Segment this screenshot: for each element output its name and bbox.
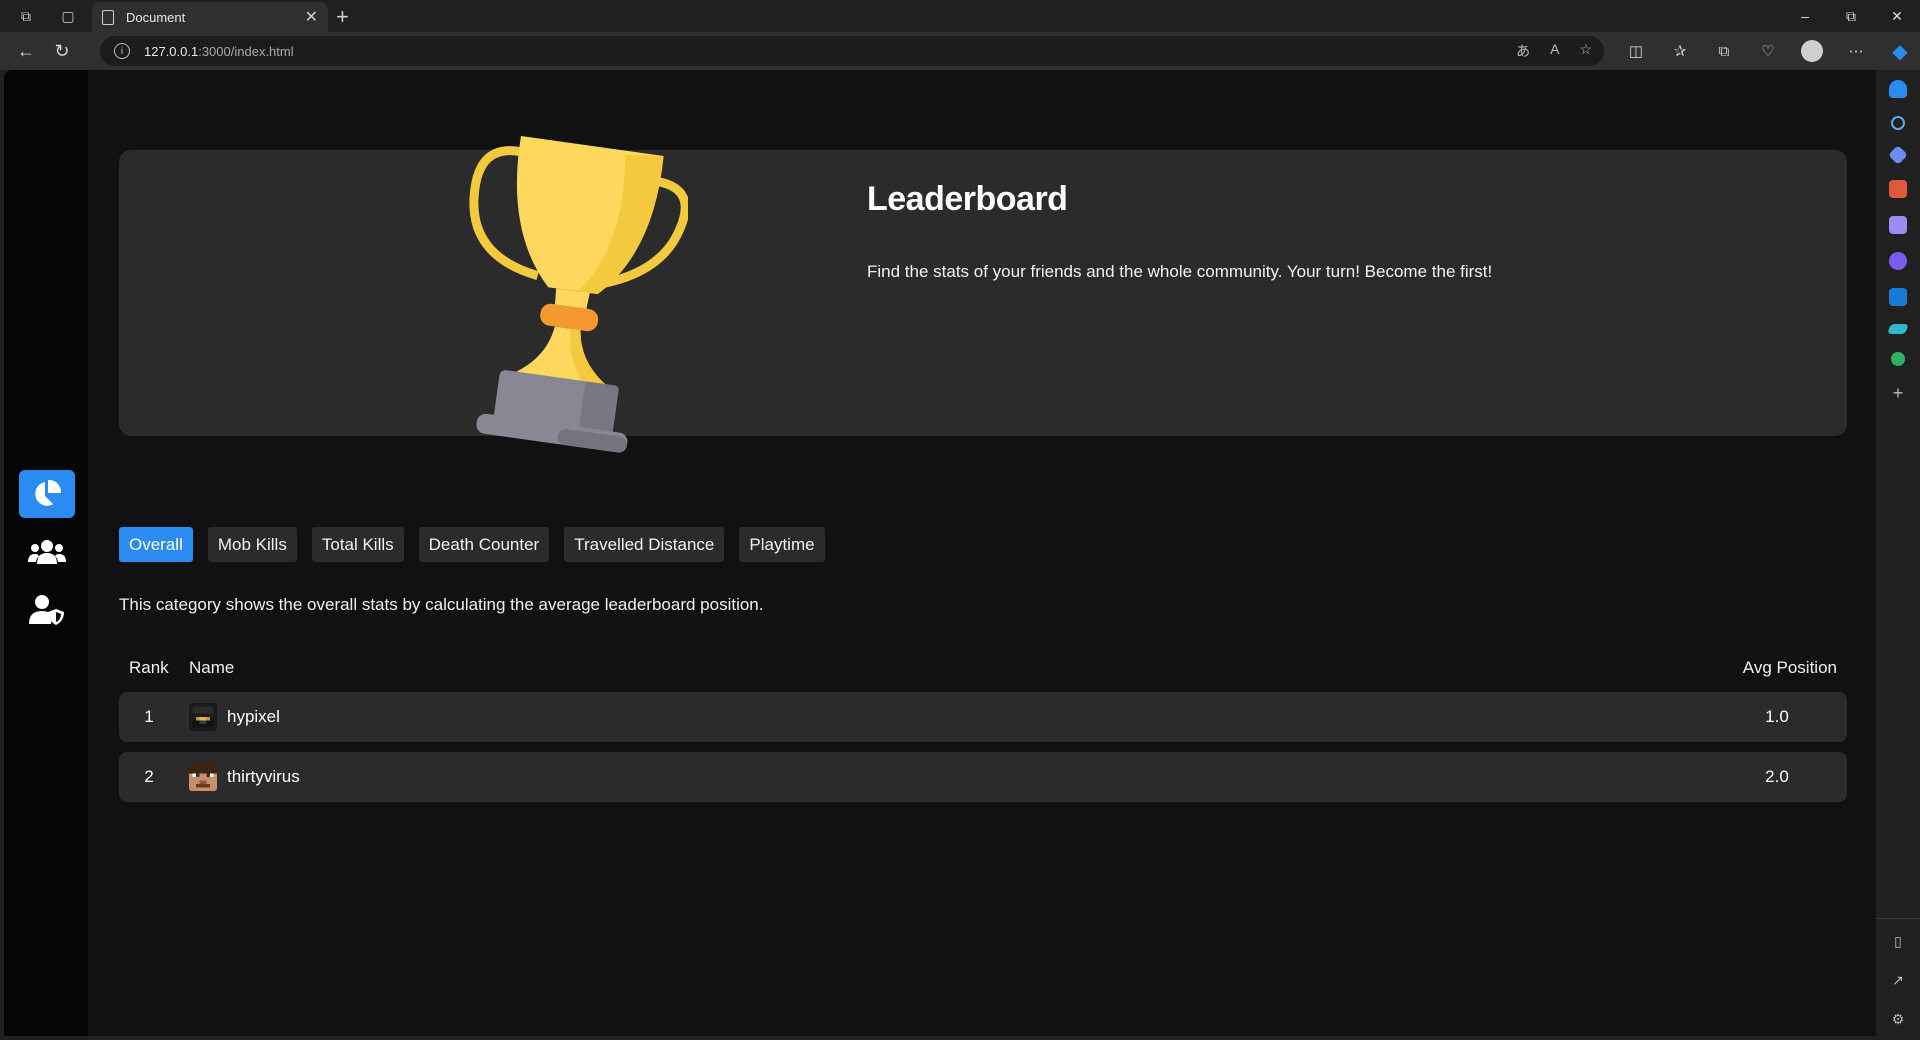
health-icon[interactable]: ♡ [1746, 42, 1790, 60]
tools-icon[interactable] [1889, 180, 1907, 198]
pie-chart-icon [35, 479, 62, 506]
browser-tab[interactable]: Document ✕ [92, 2, 328, 32]
profile-avatar[interactable] [1801, 40, 1823, 62]
row-player-name: thirtyvirus [227, 767, 300, 786]
page-viewport: Leaderboard Find the stats of your frien… [4, 70, 1876, 1036]
edge-sidebar: + [1876, 70, 1920, 1040]
player-avatar [189, 763, 217, 791]
tab-overall[interactable]: Overall [119, 527, 193, 562]
sidebar-panel-icon[interactable]: ▯ [1894, 933, 1902, 950]
users-icon [28, 540, 66, 564]
browser-titlebar: ⧉ ▢ Document ✕ + – ⧉ ✕ [0, 0, 1920, 32]
nav-item-community[interactable] [19, 528, 75, 576]
workspaces-icon[interactable]: ⧉ [8, 0, 44, 32]
minimize-icon[interactable]: – [1782, 0, 1828, 32]
row-avg-position: 1.0 [1765, 707, 1789, 726]
external-link-icon[interactable]: ↗ [1892, 972, 1904, 989]
side-nav [4, 70, 88, 1036]
refresh-icon[interactable]: ↻ [44, 33, 80, 69]
copilot-sidebar-icon[interactable] [1889, 252, 1907, 270]
read-aloud-icon[interactable]: A [1550, 41, 1559, 61]
close-tab-icon[interactable]: ✕ [305, 7, 318, 27]
table-row[interactable]: 2 thirtyvirus 2.0 [119, 752, 1847, 802]
send-icon[interactable] [1887, 324, 1909, 334]
add-sidebar-icon[interactable]: + [1889, 384, 1907, 402]
back-icon[interactable]: ← [8, 33, 44, 69]
tab-death-counter[interactable]: Death Counter [418, 527, 550, 562]
nav-item-admin[interactable] [19, 586, 75, 634]
window-controls: – ⧉ ✕ [1782, 0, 1920, 32]
browser-tab-title: Document [126, 9, 186, 25]
tab-total-kills[interactable]: Total Kills [311, 527, 404, 562]
row-rank: 1 [144, 707, 154, 726]
player-avatar [189, 703, 217, 731]
category-description: This category shows the overall stats by… [119, 595, 764, 614]
new-tab-button[interactable]: + [336, 4, 349, 30]
site-info-icon[interactable]: i [114, 43, 130, 59]
favorite-star-icon[interactable]: ☆ [1579, 41, 1592, 61]
document-icon [102, 9, 114, 25]
shopping-icon[interactable] [1888, 145, 1908, 165]
tree-icon[interactable] [1891, 352, 1905, 366]
search-icon[interactable] [1891, 116, 1905, 130]
table-header: Rank Name Avg Position [119, 658, 1847, 680]
category-tabs: Overall Mob Kills Total Kills Death Coun… [119, 527, 825, 562]
edge-sidebar-bottom: ▯ ↗ ⚙ [1876, 918, 1920, 1028]
row-player-name: hypixel [227, 707, 280, 726]
url-host: 127.0.0.1 [144, 43, 199, 59]
games-icon[interactable] [1889, 216, 1907, 234]
favorites-icon[interactable]: ✰ [1658, 42, 1702, 60]
tab-mob-kills[interactable]: Mob Kills [207, 527, 297, 562]
browser-toolbar: ← ↻ i 127.0.0.1:3000/index.html あ A ☆ ◫ … [0, 32, 1920, 70]
tab-travelled-distance[interactable]: Travelled Distance [564, 527, 725, 562]
outlook-icon[interactable] [1889, 288, 1907, 306]
page-title: Leaderboard [867, 180, 1068, 218]
tab-playtime[interactable]: Playtime [739, 527, 825, 562]
copilot-icon[interactable]: ◆ [1878, 39, 1920, 64]
row-avg-position: 2.0 [1765, 767, 1789, 786]
table-row[interactable]: 1 hypixel 1.0 [119, 692, 1847, 742]
url-path: :3000/index.html [198, 43, 294, 59]
row-rank: 2 [144, 767, 154, 786]
nav-item-leaderboard[interactable] [19, 470, 75, 518]
collections-icon[interactable]: ⧉ [1702, 43, 1746, 60]
page-subtitle: Find the stats of your friends and the w… [867, 262, 1493, 281]
split-screen-icon[interactable]: ◫ [1614, 42, 1658, 60]
header-avg-position: Avg Position [1742, 658, 1837, 677]
settings-gear-icon[interactable]: ⚙ [1892, 1011, 1905, 1028]
window-close-icon[interactable]: ✕ [1874, 0, 1920, 32]
more-icon[interactable]: ⋯ [1834, 42, 1878, 60]
user-shield-icon [29, 595, 64, 625]
address-bar[interactable]: i 127.0.0.1:3000/index.html あ A ☆ [100, 36, 1604, 66]
header-rank: Rank [129, 658, 169, 677]
header-name: Name [189, 658, 235, 677]
notification-icon[interactable] [1889, 80, 1907, 98]
tab-actions-icon[interactable]: ▢ [50, 0, 86, 32]
trophy-icon [469, 135, 688, 453]
translate-icon[interactable]: あ [1516, 41, 1530, 61]
restore-icon[interactable]: ⧉ [1828, 0, 1874, 32]
